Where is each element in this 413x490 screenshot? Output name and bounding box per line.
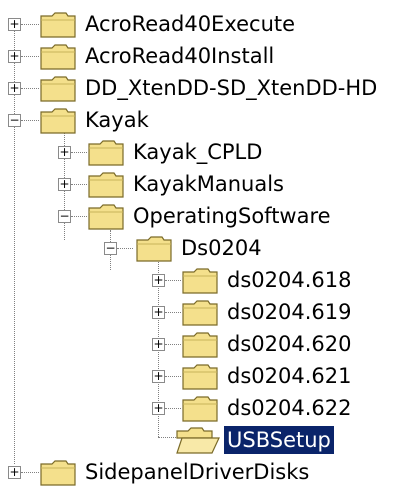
- collapse-toggle[interactable]: −: [8, 114, 21, 127]
- folder-icon: [88, 172, 124, 198]
- tree-item-label[interactable]: Kayak_CPLD: [130, 138, 265, 166]
- folder-icon: [182, 364, 218, 390]
- tree-item-label[interactable]: OperatingSoftware: [130, 202, 334, 230]
- expand-toggle[interactable]: +: [8, 466, 21, 479]
- tree-item-label[interactable]: KayakManuals: [130, 170, 287, 198]
- tree-item-label[interactable]: ds0204.619: [224, 298, 354, 326]
- collapse-toggle[interactable]: −: [58, 210, 71, 223]
- tree-item-label[interactable]: AcroRead40Execute: [82, 10, 298, 38]
- folder-icon: [182, 332, 218, 358]
- expand-toggle[interactable]: +: [152, 370, 165, 383]
- folder-open-icon: [40, 108, 76, 134]
- tree-item-label[interactable]: DD_XtenDD-SD_XtenDD-HD: [82, 74, 380, 102]
- tree-item-label[interactable]: AcroRead40Install: [82, 42, 277, 70]
- folder-icon: [182, 268, 218, 294]
- expand-toggle[interactable]: +: [152, 338, 165, 351]
- expand-toggle[interactable]: +: [8, 50, 21, 63]
- expand-toggle[interactable]: +: [152, 402, 165, 415]
- folder-open-icon: [88, 204, 124, 230]
- expand-toggle[interactable]: +: [152, 274, 165, 287]
- expand-toggle[interactable]: +: [58, 178, 71, 191]
- folder-icon: [182, 396, 218, 422]
- collapse-toggle[interactable]: −: [104, 242, 117, 255]
- tree-item-label[interactable]: SidepanelDriverDisks: [82, 458, 312, 486]
- expand-toggle[interactable]: +: [8, 18, 21, 31]
- folder-icon: [40, 44, 76, 70]
- folder-icon: [40, 460, 76, 486]
- folder-open-icon: [136, 236, 172, 262]
- folder-open-icon: [176, 427, 220, 454]
- tree-item-label[interactable]: ds0204.622: [224, 394, 354, 422]
- tree-item-label[interactable]: Kayak: [82, 106, 152, 134]
- tree-item-label[interactable]: ds0204.618: [224, 266, 354, 294]
- folder-icon: [40, 12, 76, 38]
- tree-item-label[interactable]: Ds0204: [178, 234, 265, 262]
- folder-tree: + AcroRead40Execute + AcroRead40Install …: [0, 0, 413, 486]
- tree-item-label[interactable]: ds0204.621: [224, 362, 354, 390]
- folder-icon: [40, 76, 76, 102]
- expand-toggle[interactable]: +: [8, 82, 21, 95]
- expand-toggle[interactable]: +: [58, 146, 71, 159]
- tree-item-label[interactable]: ds0204.620: [224, 330, 354, 358]
- tree-connector: [158, 437, 176, 438]
- folder-icon: [182, 300, 218, 326]
- tree-item-label[interactable]: USBSetup: [223, 425, 335, 455]
- folder-icon: [88, 140, 124, 166]
- expand-toggle[interactable]: +: [152, 306, 165, 319]
